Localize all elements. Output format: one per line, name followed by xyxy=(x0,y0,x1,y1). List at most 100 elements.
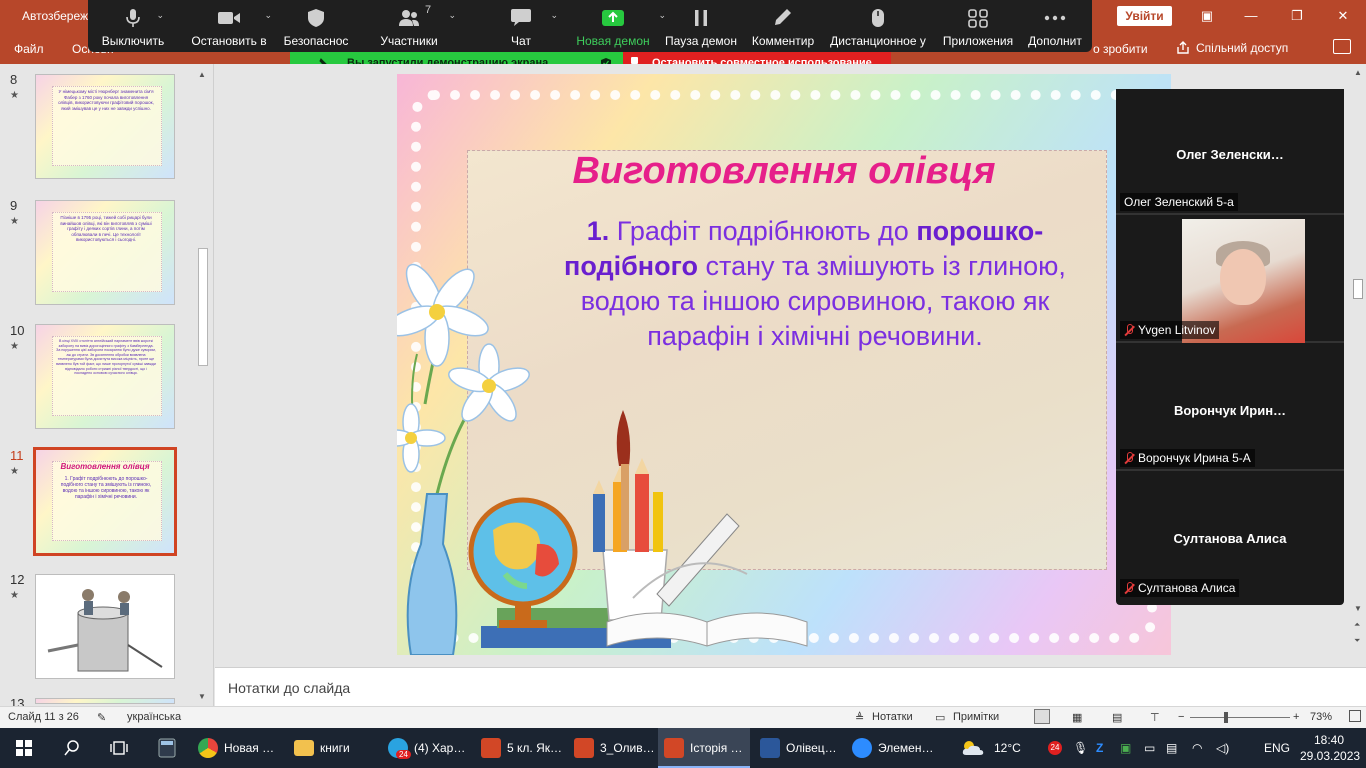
zoom-slider-knob[interactable] xyxy=(1224,712,1228,723)
next-slide-icon[interactable]: ⏷ xyxy=(1354,636,1360,646)
taskbar-app-label: Історія … xyxy=(690,741,743,755)
reading-view-icon[interactable]: ▤ xyxy=(1112,711,1122,724)
slide-thumbnail-11[interactable]: Виготовлення олівця 1. Графіт подрібнюют… xyxy=(33,447,177,556)
slide-sorter-icon[interactable]: ▦ xyxy=(1072,711,1082,724)
wifi-icon[interactable]: ◠ xyxy=(1192,741,1202,755)
body-bold-b: порошко- xyxy=(916,216,1044,246)
scroll-up-icon[interactable]: ▲ xyxy=(198,70,206,79)
notification-badge-icon[interactable]: 24 xyxy=(1048,741,1062,755)
windows-start-icon[interactable] xyxy=(16,740,32,756)
language-indicator[interactable]: українська xyxy=(127,711,181,723)
comments-icon[interactable]: ▭ xyxy=(935,711,945,724)
taskbar-app-powerpoint[interactable]: 5 кл. Як… xyxy=(481,728,565,768)
fit-to-window-icon[interactable] xyxy=(1349,710,1361,722)
stop-icon xyxy=(631,57,638,64)
comment-icon[interactable] xyxy=(1333,39,1351,54)
current-slide[interactable]: Виготовлення олівця 1. Графіт подрібнюют… xyxy=(397,74,1171,655)
battery-icon[interactable]: ▭ xyxy=(1144,741,1155,755)
network-icon[interactable]: ▤ xyxy=(1166,741,1177,755)
system-clock[interactable]: 18:40 29.03.2023 xyxy=(1300,732,1360,764)
stop-video-button[interactable]: ⌄ Остановить в xyxy=(180,0,278,52)
participants-button[interactable]: 7 ⌄ Участники xyxy=(364,0,456,52)
pause-share-button[interactable]: Пауза демон xyxy=(662,0,740,52)
calculator-icon[interactable] xyxy=(158,738,176,758)
taskbar-app-telegram[interactable]: 24 (4) Хар… xyxy=(388,728,468,768)
zoom-tray-icon[interactable]: Z xyxy=(1096,741,1103,755)
weather-temperature[interactable]: 12°C xyxy=(994,741,1021,755)
taskbar-app-powerpoint[interactable]: 3_Олив… xyxy=(574,728,655,768)
chevron-down-icon[interactable]: ⌄ xyxy=(550,10,558,21)
tell-me-search[interactable]: о зробити xyxy=(1093,42,1148,56)
thumbnail-scrollbar[interactable]: ▲ ▼ xyxy=(197,68,209,702)
chevron-down-icon[interactable]: ⌄ xyxy=(156,10,164,21)
participant-tile[interactable]: Ворончук Ирин… Ворончук Ирина 5-А xyxy=(1116,345,1344,471)
participant-tile[interactable]: Султанова Алиса Султанова Алиса xyxy=(1116,473,1344,599)
scroll-thumb[interactable] xyxy=(1353,279,1363,299)
video-face xyxy=(1220,249,1266,305)
taskbar-app-word[interactable]: Олівец… xyxy=(760,728,840,768)
taskbar-app-chrome[interactable]: Новая … xyxy=(198,728,278,768)
security-button[interactable]: Безопаснос xyxy=(268,0,364,52)
zoom-in-button[interactable]: + xyxy=(1293,711,1299,723)
comments-button[interactable]: Примітки xyxy=(953,711,999,723)
sign-in-button[interactable]: Увійти xyxy=(1117,6,1172,26)
minimize-icon[interactable]: — xyxy=(1228,6,1274,26)
participant-tile[interactable]: Yvgen Litvinov xyxy=(1116,217,1344,343)
scroll-thumb[interactable] xyxy=(198,248,208,366)
normal-view-icon[interactable] xyxy=(1034,709,1050,724)
slide-body-text[interactable]: 1. Графіт подрібнюють до порошко- подібн… xyxy=(535,214,1095,354)
accessibility-icon[interactable]: ✎ xyxy=(97,711,106,724)
zoom-level[interactable]: 73% xyxy=(1310,711,1332,723)
more-button[interactable]: Дополнит xyxy=(1020,0,1090,52)
remote-control-button[interactable]: Дистанционное у xyxy=(826,0,930,52)
participants-icon xyxy=(399,10,419,26)
previous-slide-icon[interactable]: ⏶ xyxy=(1354,620,1360,630)
annotate-button[interactable]: Комментир xyxy=(742,0,824,52)
restore-icon[interactable]: ❐ xyxy=(1274,6,1320,26)
tab-file[interactable]: Файл xyxy=(14,42,44,56)
volume-icon[interactable]: ◁) xyxy=(1216,741,1229,755)
new-share-button[interactable]: ⌄ Новая демон xyxy=(572,0,666,52)
participant-tile[interactable]: Олег Зеленски… Олег Зеленский 5-а xyxy=(1116,89,1344,215)
apps-button[interactable]: Приложения xyxy=(938,0,1018,52)
chat-button[interactable]: ⌄ Чат xyxy=(474,0,568,52)
chevron-down-icon[interactable]: ⌄ xyxy=(448,10,456,21)
scroll-down-icon[interactable]: ▼ xyxy=(198,692,206,701)
taskbar-app-zoom[interactable]: Элемен… xyxy=(852,728,933,768)
taskbar-app-explorer[interactable]: книги xyxy=(294,728,374,768)
ribbon-display-icon[interactable]: ▣ xyxy=(1184,6,1230,26)
slide-thumbnail-8[interactable]: У німецькому місті Нюрнберг знаменита сі… xyxy=(35,74,175,179)
notes-icon[interactable]: ≜ xyxy=(855,711,864,724)
scroll-down-icon[interactable]: ▼ xyxy=(1354,604,1362,613)
slide-thumbnail-10[interactable]: В кінці XVIII століття англійський парла… xyxy=(35,324,175,429)
search-icon[interactable] xyxy=(64,740,80,756)
slide-number: 12 xyxy=(10,572,25,587)
task-view-icon[interactable] xyxy=(110,740,128,756)
slideshow-icon[interactable]: ⊤ xyxy=(1150,711,1160,724)
slide-thumbnail-12[interactable] xyxy=(35,574,175,679)
slide-thumbnail-9[interactable]: Пізніше в 1795 році, тижей собі рицарі б… xyxy=(35,200,175,305)
weather-cloud-icon[interactable] xyxy=(960,740,986,756)
zoom-slider[interactable] xyxy=(1190,712,1290,723)
close-icon[interactable]: ✕ xyxy=(1320,6,1366,26)
mute-button[interactable]: ⌄ Выключить xyxy=(88,0,178,52)
share-button[interactable]: Спільний доступ xyxy=(1196,41,1288,55)
taskbar-app-powerpoint-active[interactable]: Історія … xyxy=(658,728,750,768)
scroll-up-icon[interactable]: ▲ xyxy=(1354,68,1362,77)
zoom-out-button[interactable]: − xyxy=(1178,711,1184,723)
microphone-tray-icon[interactable]: 🎙 xyxy=(1073,741,1088,755)
slide-thumbnail-13[interactable] xyxy=(35,698,175,704)
pause-share-label: Пауза демон xyxy=(665,34,737,48)
notes-button[interactable]: Нотатки xyxy=(872,711,913,723)
green-app-tray-icon[interactable]: ▣ xyxy=(1120,741,1131,755)
slide-counter: Слайд 11 з 26 xyxy=(8,711,79,723)
remote-control-label: Дистанционное у xyxy=(830,34,926,48)
notes-pane[interactable]: Нотатки до слайда xyxy=(215,667,1366,706)
video-camera-icon xyxy=(218,12,240,24)
slide-title[interactable]: Виготовлення олівця xyxy=(397,150,1171,193)
word-icon xyxy=(760,738,780,758)
autosave-label[interactable]: Автозбереж xyxy=(22,9,88,23)
muted-mic-icon xyxy=(1124,582,1134,594)
input-language[interactable]: ENG xyxy=(1264,741,1290,755)
slide-scrollbar[interactable]: ▲ ▼ ⏶ ⏷ xyxy=(1350,64,1366,667)
